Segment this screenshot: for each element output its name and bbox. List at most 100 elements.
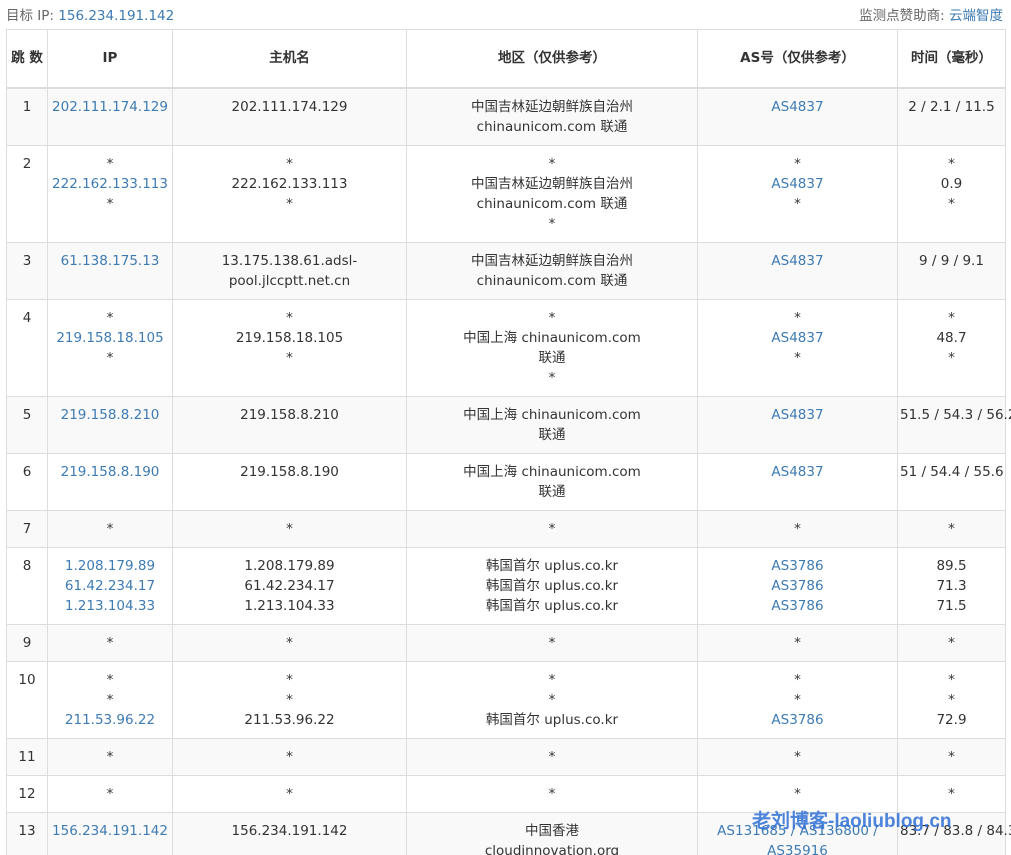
hop-ip-link[interactable]: 61.138.175.13: [50, 251, 170, 271]
hop-region: 中国香港 cloudinnovation.org: [484, 822, 620, 855]
hop-number-cell: 1: [6, 87, 48, 146]
hop-time: *: [948, 691, 955, 708]
hop-time: 9 / 9 / 9.1: [919, 252, 984, 269]
hop-asn-link[interactable]: AS4837: [700, 462, 895, 482]
hop-number-cell: 11: [6, 737, 48, 776]
hop-asn-link[interactable]: AS4837: [700, 405, 895, 425]
hop-number-cell: 9: [6, 623, 48, 662]
hop-ip-link[interactable]: 219.158.8.210: [50, 405, 170, 425]
hop-region: *: [548, 520, 556, 537]
col-header-hop-line1: 跳: [11, 49, 25, 66]
watermark-text: 老刘博客-laoliublog.cn: [752, 811, 952, 832]
hostname-cell: *: [172, 774, 407, 813]
hop-ip-link[interactable]: 156.234.191.142: [50, 821, 170, 841]
table-row: 5 219.158.8.210 219.158.8.210 中国上海 chinauni…: [6, 395, 1011, 454]
hop-asn-link: *: [794, 195, 801, 212]
hop-region: *: [548, 691, 556, 708]
hop-ip-link: *: [106, 634, 114, 651]
hostname-cell: 219.158.8.190: [172, 452, 407, 511]
hop-asn-link[interactable]: AS3786: [700, 556, 895, 576]
hop-asn-link[interactable]: AS4837: [700, 251, 895, 271]
hostname-cell: 1.208.179.89 61.42.234.17 1.213.104.33: [172, 546, 407, 625]
hop-number: 10: [18, 671, 36, 688]
hop-time: *: [948, 195, 955, 212]
hop-ip-link[interactable]: 1.208.179.89: [50, 556, 170, 576]
hop-asn-link: *: [794, 309, 801, 326]
hop-time: 0.9: [940, 175, 963, 192]
hop-region: 中国上海 chinaunicom.com 联通: [463, 406, 641, 443]
hop-hostname: 219.158.18.105: [235, 329, 344, 346]
hop-time: *: [948, 671, 955, 688]
hop-ip-link[interactable]: 1.213.104.33: [50, 596, 170, 616]
ip-cell: 202.111.174.129: [47, 87, 173, 146]
time-cell: 2 / 2.1 / 11.5: [897, 87, 1006, 146]
hop-region: *: [548, 309, 556, 326]
table-row: 1 202.111.174.129 202.111.174.129 中国吉林延边朝鲜族…: [6, 87, 1006, 146]
hostname-cell: 202.111.174.129: [172, 87, 407, 146]
hop-number-cell: 6: [6, 452, 48, 511]
sponsor-label: 监测点赞助商:: [859, 8, 945, 24]
col-header-ip: IP: [47, 29, 173, 89]
hop-ip-link: *: [106, 748, 114, 765]
hop-number: 1: [22, 98, 32, 115]
hop-asn-link: *: [794, 691, 801, 708]
hop-time: 72.9: [936, 711, 967, 728]
table-row: 7 * * * * *: [6, 509, 1006, 548]
hop-asn-link[interactable]: AS3786: [700, 596, 895, 616]
hop-ip-link: *: [106, 671, 114, 688]
hop-asn-link[interactable]: AS4837: [700, 174, 895, 194]
hop-hostname: *: [286, 634, 293, 651]
hop-ip-link: *: [106, 155, 114, 172]
hop-hostname: 1.208.179.89: [244, 557, 335, 574]
hop-ip-link[interactable]: 219.158.18.105: [50, 328, 170, 348]
region-cell: 中国上海 chinaunicom.com 联通: [406, 452, 698, 511]
hop-asn-link: *: [794, 520, 801, 537]
hop-hostname: 156.234.191.142: [231, 822, 348, 839]
hop-hostname: *: [286, 671, 293, 688]
hop-region: *: [548, 785, 556, 802]
hostname-cell: * 222.162.133.113 *: [172, 144, 407, 243]
hop-number: 7: [22, 520, 32, 537]
hop-time: *: [948, 349, 955, 366]
hop-region: *: [548, 671, 556, 688]
hop-time: 71.3: [936, 577, 967, 594]
region-cell: * * 韩国首尔 uplus.co.kr: [406, 660, 698, 739]
target-ip-link[interactable]: 156.234.191.142: [58, 8, 174, 24]
hostname-cell: *: [172, 623, 407, 662]
time-cell: 51 / 54.4 / 55.6: [897, 452, 1006, 511]
ip-cell: * * 211.53.96.22: [47, 660, 173, 739]
hop-ip-link[interactable]: 222.162.133.113: [50, 174, 170, 194]
hostname-cell: * 219.158.18.105 *: [172, 298, 407, 397]
hop-region: 韩国首尔 uplus.co.kr: [485, 557, 619, 574]
region-cell: 韩国首尔 uplus.co.kr 韩国首尔 uplus.co.kr 韩国首尔 upl…: [406, 546, 698, 625]
col-header-hostname: 主机名: [172, 29, 407, 89]
hop-ip-link[interactable]: 219.158.8.190: [50, 462, 170, 482]
hop-number: 2: [22, 155, 32, 172]
time-cell: *: [897, 509, 1006, 548]
hop-asn-link[interactable]: AS3786: [700, 576, 895, 596]
hop-asn-link: *: [794, 155, 801, 172]
hop-hostname: 13.175.138.61.adsl-pool.jlccptt.net.cn: [221, 252, 358, 289]
hop-asn-link[interactable]: AS3786: [700, 710, 895, 730]
hop-ip-link: *: [106, 309, 114, 326]
hop-hostname: *: [286, 748, 293, 765]
hop-ip-link[interactable]: 61.42.234.17: [50, 576, 170, 596]
hop-asn-link[interactable]: AS4837: [700, 328, 895, 348]
hop-time: 51 / 54.4 / 55.6: [900, 463, 1004, 480]
hop-asn-link: *: [794, 349, 801, 366]
hop-ip-link: *: [106, 691, 114, 708]
hop-asn-link: *: [794, 785, 801, 802]
hop-ip-link[interactable]: 202.111.174.129: [50, 97, 170, 117]
hop-ip-link[interactable]: 211.53.96.22: [50, 710, 170, 730]
asn-cell: * * AS3786: [697, 660, 898, 739]
hop-number: 8: [22, 557, 32, 574]
hop-region: 中国吉林延边朝鲜族自治州 chinaunicom.com 联通: [471, 252, 633, 289]
hop-time: *: [948, 634, 955, 651]
hop-asn-link[interactable]: AS4837: [700, 97, 895, 117]
ip-cell: *: [47, 623, 173, 662]
hop-ip-link: *: [106, 520, 114, 537]
asn-cell: *: [697, 623, 898, 662]
col-header-hop: 跳 数: [6, 29, 48, 89]
asn-cell: AS4837: [697, 241, 898, 300]
sponsor-link[interactable]: 云端智度: [949, 8, 1003, 24]
